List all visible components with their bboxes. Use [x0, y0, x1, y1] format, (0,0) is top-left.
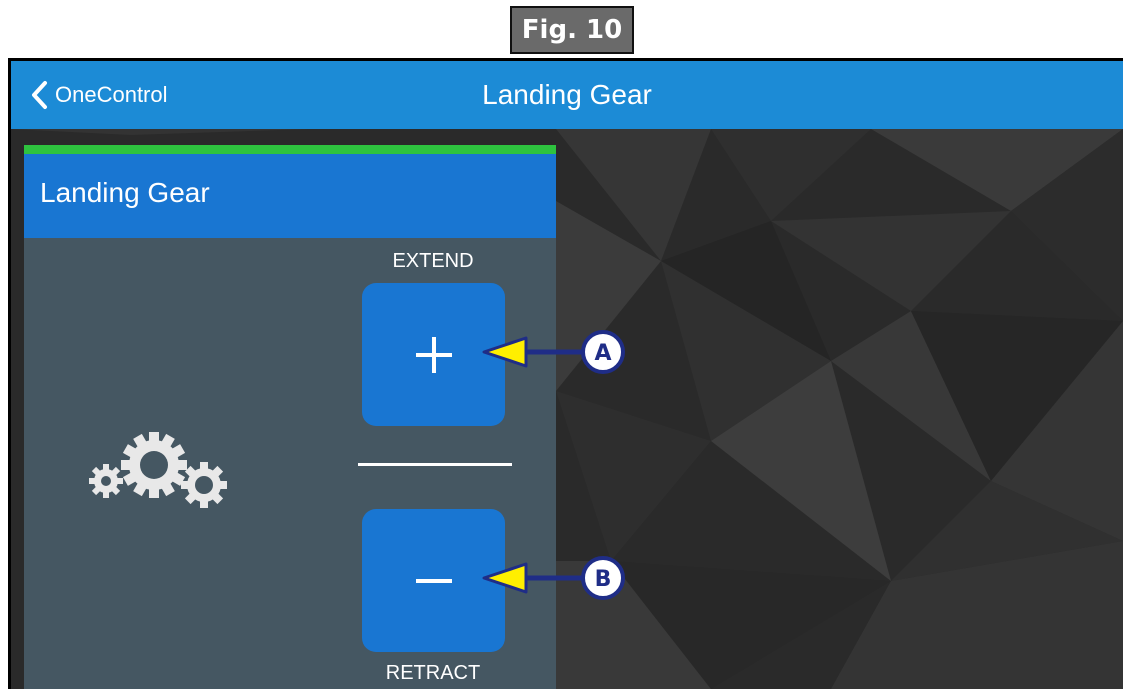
callout-b: B	[482, 556, 625, 600]
callout-b-letter: B	[595, 567, 612, 592]
arrow-a-icon	[482, 336, 528, 368]
callout-annotations: A B	[482, 330, 625, 600]
callout-a: A	[482, 330, 625, 374]
arrow-b-icon	[482, 562, 528, 594]
callout-a-letter: A	[594, 341, 611, 366]
